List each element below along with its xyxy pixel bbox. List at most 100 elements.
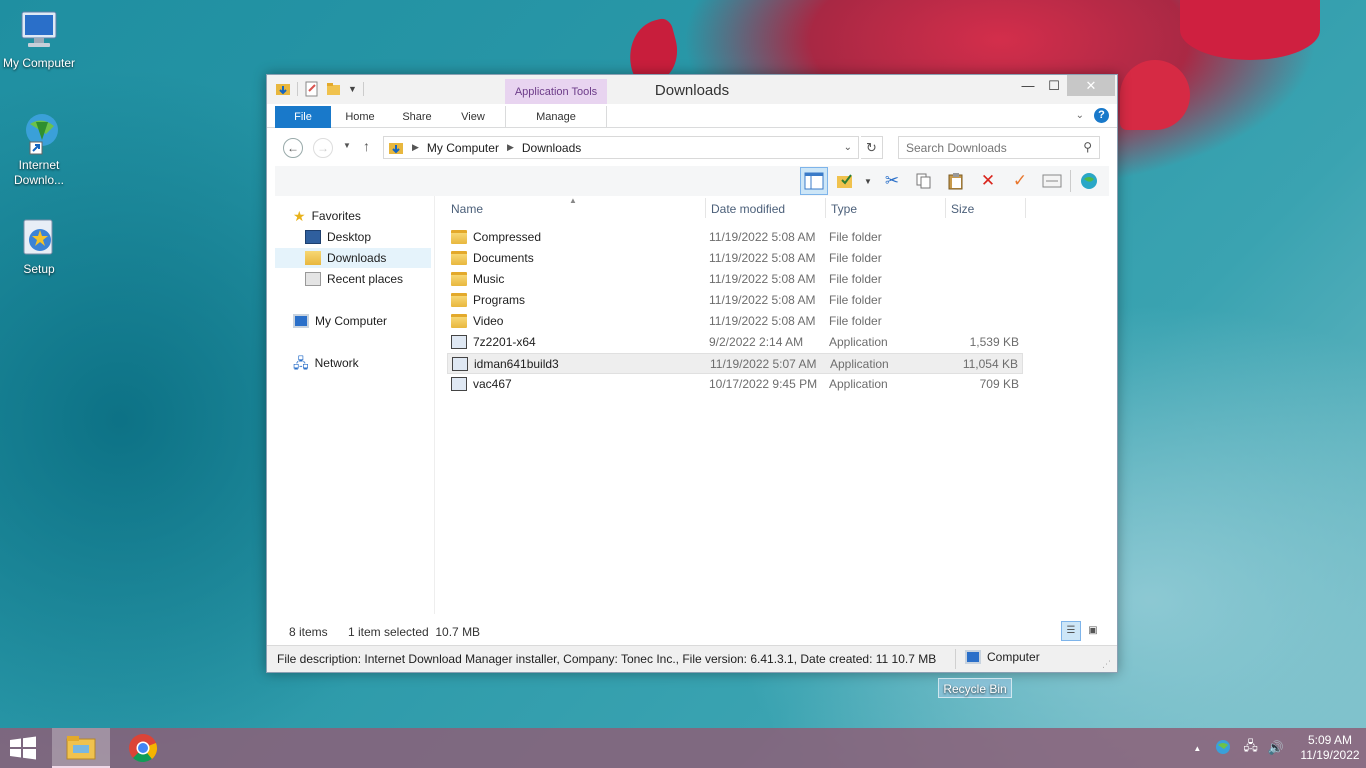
divider xyxy=(362,82,364,96)
file-explorer-icon xyxy=(66,736,96,760)
clock[interactable]: 5:09 AM 11/19/2022 xyxy=(1294,733,1366,763)
tab-manage[interactable]: Manage xyxy=(505,106,607,128)
breadcrumb-downloads[interactable]: Downloads xyxy=(522,141,581,155)
navigation-bar: ← → ▼ ↑ ▶ My Computer ▶ Downloads ⌄ ↻ ⚲ xyxy=(267,128,1117,166)
desktop-icon-setup[interactable]: Setup xyxy=(0,214,78,277)
nav-network[interactable]: 🖧 Network xyxy=(293,353,359,373)
preview-pane-icon[interactable] xyxy=(800,167,828,195)
tab-home[interactable]: Home xyxy=(337,106,383,128)
navigation-pane: ★ Favorites Desktop Downloads Recent pla… xyxy=(275,196,435,614)
tab-view[interactable]: View xyxy=(451,106,495,128)
desktop-icon xyxy=(305,230,321,244)
computer-icon xyxy=(293,314,309,328)
divider xyxy=(1070,170,1071,192)
tab-file[interactable]: File xyxy=(275,106,331,128)
refresh-button[interactable]: ↻ xyxy=(861,136,883,159)
file-name: Compressed xyxy=(473,230,542,244)
nav-downloads[interactable]: Downloads xyxy=(275,248,431,268)
properties-toolbar-icon[interactable] xyxy=(1038,167,1066,195)
location-label: Computer xyxy=(987,650,1040,664)
show-hidden-icons-icon[interactable]: ▲ xyxy=(1193,744,1201,753)
column-header-name[interactable]: Name xyxy=(451,202,483,216)
column-divider xyxy=(1025,198,1026,218)
minimize-button[interactable]: — xyxy=(1015,75,1041,96)
column-header-size[interactable]: Size xyxy=(951,202,974,216)
globe-icon[interactable] xyxy=(1075,167,1103,195)
dropdown-icon[interactable]: ▼ xyxy=(864,177,874,186)
tab-share[interactable]: Share xyxy=(393,106,441,128)
table-row[interactable]: vac467 10/17/2022 9:45 PM Application 709 K… xyxy=(447,374,1023,395)
folder-down-icon[interactable] xyxy=(275,81,291,97)
delete-icon[interactable]: ✕ xyxy=(974,167,1002,195)
table-row[interactable]: Documents 11/19/2022 5:08 AM File folder xyxy=(447,248,1023,269)
table-row[interactable]: Music 11/19/2022 5:08 AM File folder xyxy=(447,269,1023,290)
back-button[interactable]: ← xyxy=(283,138,303,158)
computer-icon xyxy=(16,8,62,54)
column-divider xyxy=(705,198,706,218)
table-row[interactable]: Compressed 11/19/2022 5:08 AM File folder xyxy=(447,227,1023,248)
breadcrumb-my-computer[interactable]: My Computer xyxy=(427,141,499,155)
selection-info: 1 item selected 10.7 MB xyxy=(348,625,481,639)
cut-icon[interactable]: ✂ xyxy=(878,167,906,195)
window-title: Downloads xyxy=(654,82,730,99)
ribbon-right-controls: ⌄ ? xyxy=(1076,108,1109,123)
computer-icon xyxy=(965,650,981,664)
desktop-icon-my-computer[interactable]: My Computer xyxy=(0,8,78,71)
wallpaper-petal xyxy=(1180,0,1320,60)
properties-icon[interactable] xyxy=(304,81,320,97)
file-name: Documents xyxy=(473,251,534,265)
nav-favorites[interactable]: ★ Favorites xyxy=(293,206,361,226)
close-button[interactable]: ✕ xyxy=(1067,75,1115,96)
desktop-icon-idm[interactable]: Internet Downlo... xyxy=(0,110,78,188)
recent-locations-icon[interactable]: ▼ xyxy=(343,141,351,150)
copy-icon[interactable] xyxy=(910,167,938,195)
customize-qat-icon[interactable]: ▼ xyxy=(348,84,357,94)
volume-icon[interactable]: 🔊 xyxy=(1268,740,1284,756)
title-bar[interactable]: ▼ Application Tools Downloads — ☐ ✕ xyxy=(267,75,1117,104)
folder-icon xyxy=(451,230,467,244)
forward-button[interactable]: → xyxy=(313,138,333,158)
taskbar-file-explorer[interactable] xyxy=(52,728,110,768)
search-box[interactable]: ⚲ xyxy=(898,136,1100,159)
table-row[interactable]: Video 11/19/2022 5:08 AM File folder xyxy=(447,311,1023,332)
select-folder-icon[interactable] xyxy=(832,167,860,195)
new-folder-icon[interactable] xyxy=(326,81,342,97)
network-tray-icon[interactable]: 🖧 xyxy=(1243,737,1258,759)
start-button[interactable] xyxy=(8,736,40,760)
details-bar: File description: Internet Download Mana… xyxy=(267,645,1117,672)
table-row[interactable]: 7z2201-x64 9/2/2022 2:14 AM Application 1,5… xyxy=(447,332,1023,353)
idm-tray-icon[interactable] xyxy=(1215,739,1231,758)
address-dropdown-icon[interactable]: ⌄ xyxy=(844,142,852,153)
maximize-button[interactable]: ☐ xyxy=(1041,75,1067,96)
table-row[interactable]: Programs 11/19/2022 5:08 AM File folder xyxy=(447,290,1023,311)
file-name: Video xyxy=(473,314,504,328)
application-icon xyxy=(451,377,467,391)
resize-grip-icon[interactable]: ⋰ xyxy=(1102,659,1111,670)
table-row[interactable]: idman641build3 11/19/2022 5:07 AM Applicat… xyxy=(447,353,1023,374)
quick-access-toolbar: ▼ xyxy=(275,81,364,97)
search-input[interactable] xyxy=(899,137,1069,158)
desktop-icon-recycle-bin[interactable]: Recycle Bin xyxy=(938,678,1012,698)
file-name: Music xyxy=(473,272,505,286)
large-icons-view-icon[interactable]: ▣ xyxy=(1083,621,1103,641)
nav-desktop[interactable]: Desktop xyxy=(305,227,371,247)
folder-icon xyxy=(451,251,467,265)
nav-label: Network xyxy=(314,356,359,370)
file-type: File folder xyxy=(829,314,882,328)
location-zone: Computer xyxy=(965,650,1040,664)
paste-icon[interactable] xyxy=(942,167,970,195)
desktop-icon-label: Internet Downlo... xyxy=(13,158,65,187)
nav-label: Downloads xyxy=(327,251,387,265)
details-view-icon[interactable]: ☰ xyxy=(1061,621,1081,641)
setup-icon xyxy=(16,214,62,260)
taskbar-chrome[interactable] xyxy=(114,728,172,768)
column-header-date[interactable]: Date modified xyxy=(711,202,785,216)
nav-my-computer[interactable]: My Computer xyxy=(293,311,387,331)
column-header-type[interactable]: Type xyxy=(831,202,857,216)
up-button[interactable]: ↑ xyxy=(363,138,370,154)
nav-recent-places[interactable]: Recent places xyxy=(305,269,403,289)
address-bar[interactable]: ▶ My Computer ▶ Downloads ⌄ xyxy=(383,136,859,159)
rename-check-icon[interactable]: ✓ xyxy=(1006,167,1034,195)
help-icon[interactable]: ? xyxy=(1094,108,1109,123)
expand-ribbon-icon[interactable]: ⌄ xyxy=(1076,110,1084,121)
